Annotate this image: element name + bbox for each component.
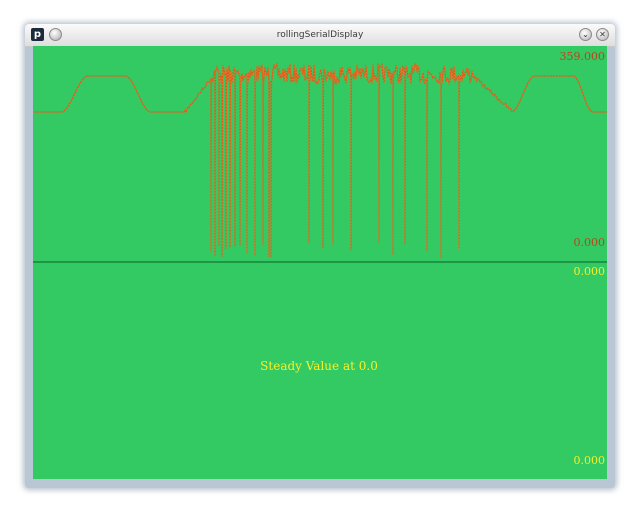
close-button[interactable]: ✕ bbox=[596, 28, 609, 41]
minimize-button[interactable]: ⌄ bbox=[579, 28, 592, 41]
sketch-canvas: 359.000 0.000 0.000 Steady Value at 0.0 … bbox=[33, 46, 607, 479]
window-title: rollingSerialDisplay bbox=[276, 30, 364, 40]
bottom-graph-max-label: 0.000 bbox=[574, 265, 606, 278]
top-graph-max-label: 359.000 bbox=[560, 50, 606, 63]
title-bar[interactable]: p rollingSerialDisplay ⌄ ✕ bbox=[25, 24, 615, 47]
steady-value-message: Steady Value at 0.0 bbox=[260, 359, 378, 373]
top-graph-min-label: 0.000 bbox=[574, 236, 606, 249]
bottom-graph-min-label: 0.000 bbox=[574, 454, 606, 467]
rolling-display: 359.000 0.000 0.000 Steady Value at 0.0 … bbox=[33, 46, 607, 479]
